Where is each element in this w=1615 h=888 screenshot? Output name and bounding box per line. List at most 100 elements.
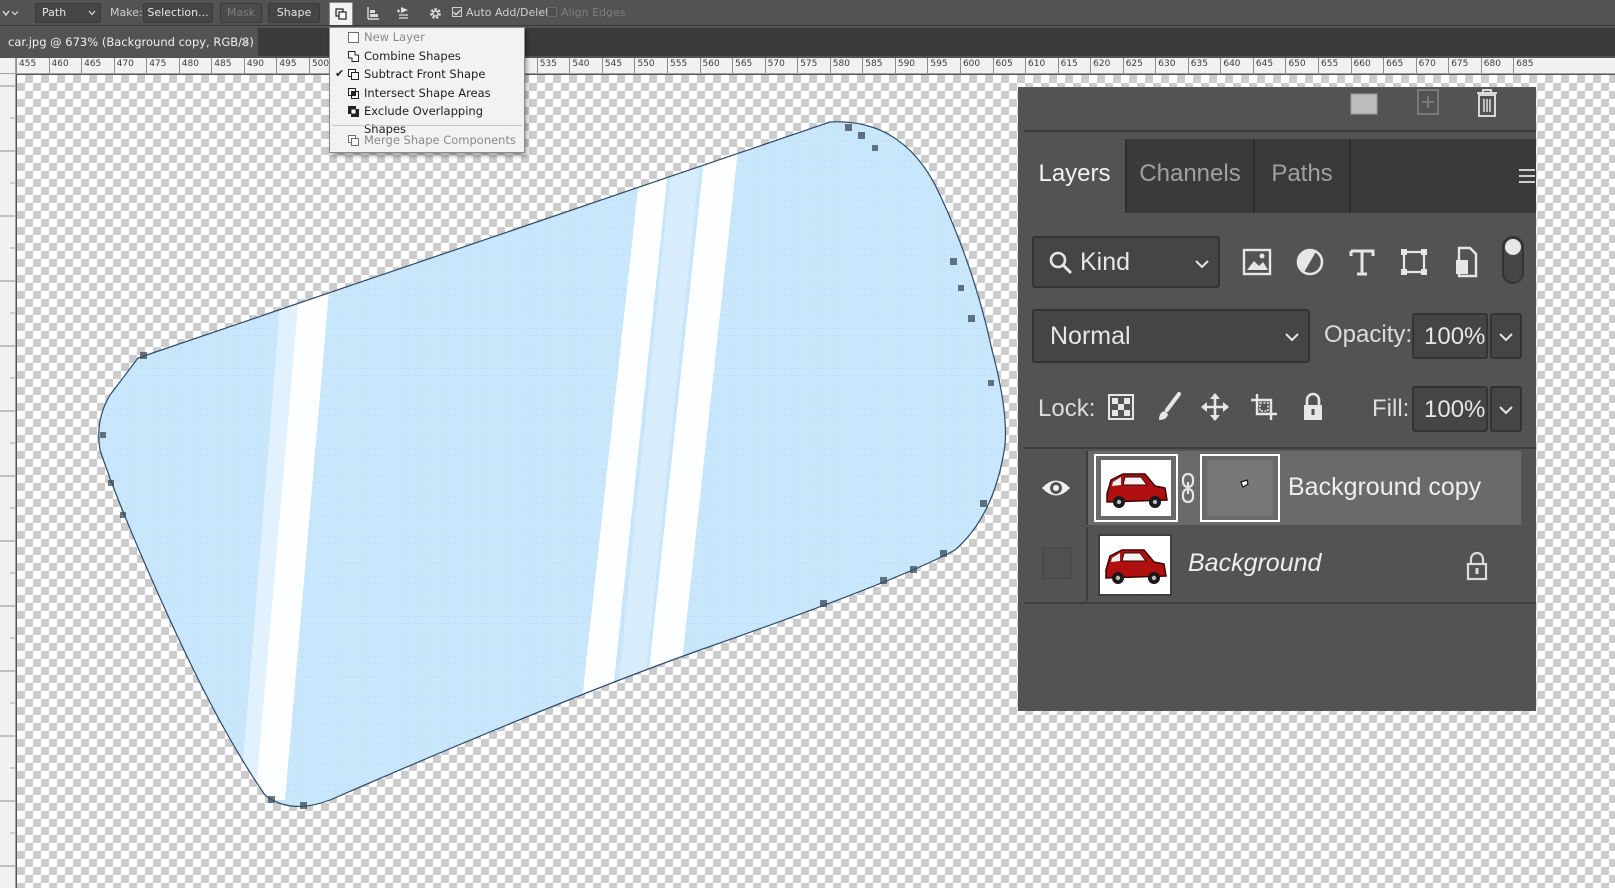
lock-position-icon[interactable]: [1200, 389, 1230, 425]
filter-shape-icon[interactable]: [1397, 245, 1431, 279]
layer-row-background-copy[interactable]: Background copy: [1024, 451, 1521, 525]
ruler-tick-label: 540: [569, 58, 590, 73]
photoshop-window: Path Make: Selection... Mask Shape Auto …: [0, 0, 1615, 888]
lock-all-icon[interactable]: [1298, 389, 1328, 425]
fill-slider-toggle[interactable]: [1490, 386, 1522, 432]
chain-link-icon[interactable]: [1180, 471, 1196, 505]
path-arrangement-icon[interactable]: [393, 3, 415, 23]
make-label: Make:: [110, 6, 143, 19]
chevron-down-icon: [1499, 406, 1513, 415]
new-layer-icon: [348, 32, 359, 43]
panel-divider: [1024, 447, 1536, 449]
layer-name[interactable]: Background: [1188, 549, 1321, 578]
make-mask-button[interactable]: Mask: [220, 3, 262, 23]
ruler-tick-label: 465: [81, 58, 101, 73]
checkbox-unchecked-icon: [547, 7, 557, 17]
ruler-tick-label: 605: [992, 58, 1013, 73]
lock-artboard-icon[interactable]: [1248, 389, 1280, 425]
path-operations-icon[interactable]: [329, 2, 353, 25]
menu-item-intersect-shape-areas[interactable]: Intersect Shape Areas: [330, 84, 524, 102]
ruler-tick-label: 550: [634, 58, 655, 73]
car-thumbnail-icon: [1105, 549, 1167, 584]
filter-kind-select[interactable]: Kind: [1032, 236, 1220, 288]
menu-item-combine-shapes[interactable]: Combine Shapes: [330, 47, 524, 65]
ruler-tick-label: 650: [1285, 58, 1306, 73]
layers-list-divider: [1024, 602, 1536, 604]
panel-tabs: Layers Channels Paths: [1024, 139, 1536, 213]
layer-thumbnail-frame[interactable]: [1094, 454, 1178, 522]
mode-select-value: Path: [42, 6, 67, 19]
menu-item-label: New Layer: [364, 30, 425, 44]
align-edges-checkbox[interactable]: Align Edges: [547, 3, 626, 23]
menu-item-new-layer[interactable]: New Layer: [330, 28, 524, 46]
new-layer-icon[interactable]: [1414, 87, 1442, 117]
make-selection-button[interactable]: Selection...: [143, 3, 213, 23]
close-icon[interactable]: ×: [240, 28, 250, 56]
toggle-knob: [1505, 239, 1521, 255]
ruler-tick-label: 575: [797, 58, 817, 73]
menu-item-label: Combine Shapes: [364, 49, 461, 63]
ruler-tick-label: 475: [146, 58, 166, 73]
ruler-tick-label: 565: [732, 58, 752, 73]
ruler-tick-label: 555: [667, 58, 687, 73]
layer-thumbnail: [1101, 460, 1171, 516]
chevron-down-icon[interactable]: [8, 3, 22, 23]
mode-select[interactable]: Path: [35, 3, 101, 23]
fill-label: Fill:: [1372, 395, 1410, 422]
blend-mode-value: Normal: [1050, 322, 1131, 350]
make-shape-button[interactable]: Shape: [268, 3, 320, 23]
tab-channels[interactable]: Channels: [1127, 139, 1255, 213]
ruler-tick-label: 595: [927, 58, 948, 73]
opacity-slider-toggle[interactable]: [1490, 313, 1522, 359]
vertical-ruler[interactable]: [0, 74, 16, 888]
menu-item-exclude-overlapping-shapes[interactable]: Exclude Overlapping Shapes: [330, 102, 524, 136]
chevron-down-icon: [88, 10, 96, 16]
path-alignment-icon[interactable]: [362, 3, 384, 23]
ruler-tick-label: 665: [1383, 58, 1403, 73]
lock-transparent-pixels-icon[interactable]: [1106, 389, 1136, 425]
filter-smart-object-icon[interactable]: [1450, 245, 1484, 279]
new-group-icon[interactable]: [1350, 91, 1378, 117]
vector-mask-thumbnail-frame[interactable]: [1200, 454, 1280, 522]
fill-input[interactable]: 100%: [1412, 386, 1488, 432]
filter-kind-value: Kind: [1080, 248, 1131, 276]
ruler-origin[interactable]: [0, 58, 16, 74]
layers-panel: Layers Channels Paths Kind Normal Opacit…: [1018, 87, 1536, 711]
ruler-tick-label: 470: [113, 58, 134, 73]
ruler-tick-label: 585: [862, 58, 882, 73]
gear-icon[interactable]: [424, 3, 446, 23]
visibility-toggle-off[interactable]: [1042, 547, 1072, 579]
blend-mode-select[interactable]: Normal: [1032, 309, 1310, 363]
ruler-tick-label: 615: [1057, 58, 1078, 73]
document-tab[interactable]: car.jpg @ 673% (Background copy, RGB/8) …: [0, 28, 258, 77]
filter-type-icon[interactable]: [1345, 245, 1379, 279]
vertical-ruler-ticks: [0, 85, 15, 867]
ruler-tick-label: 560: [699, 58, 720, 73]
filter-pixel-icon[interactable]: [1240, 245, 1274, 279]
document-tab-bar: car.jpg @ 673% (Background copy, RGB/8) …: [0, 28, 1615, 77]
ruler-tick-label: 655: [1318, 58, 1338, 73]
tab-paths[interactable]: Paths: [1255, 139, 1351, 213]
vector-mask-thumbnail: [1207, 460, 1273, 516]
layer-thumbnail[interactable]: [1098, 534, 1172, 596]
exclude-overlap-icon: [348, 106, 359, 117]
filter-toggle-switch[interactable]: [1502, 236, 1524, 284]
menu-item-merge-shape-components[interactable]: Merge Shape Components: [330, 131, 524, 149]
eye-icon[interactable]: [1038, 473, 1074, 503]
auto-add-delete-checkbox[interactable]: Auto Add/Delete: [452, 3, 556, 23]
ruler-tick-label: 590: [894, 58, 915, 73]
opacity-input[interactable]: 100%: [1412, 313, 1488, 359]
ruler-tick-label: 495: [276, 58, 297, 73]
ruler-tick-label: 645: [1252, 58, 1273, 73]
trash-icon[interactable]: [1472, 87, 1502, 119]
ruler-tick-label: 640: [1220, 58, 1241, 73]
menu-item-subtract-front-shape[interactable]: ✔ Subtract Front Shape: [330, 65, 524, 83]
layer-name[interactable]: Background copy: [1288, 473, 1481, 502]
panel-menu-icon[interactable]: [1518, 161, 1536, 191]
horizontal-ruler[interactable]: 4554604654704754804854904955005055105155…: [16, 58, 1615, 74]
layer-row-background[interactable]: Background: [1024, 527, 1521, 601]
ruler-tick-label: 485: [211, 58, 231, 73]
filter-adjustment-icon[interactable]: [1293, 245, 1327, 279]
tab-layers[interactable]: Layers: [1024, 139, 1127, 213]
lock-image-pixels-icon[interactable]: [1154, 389, 1184, 425]
